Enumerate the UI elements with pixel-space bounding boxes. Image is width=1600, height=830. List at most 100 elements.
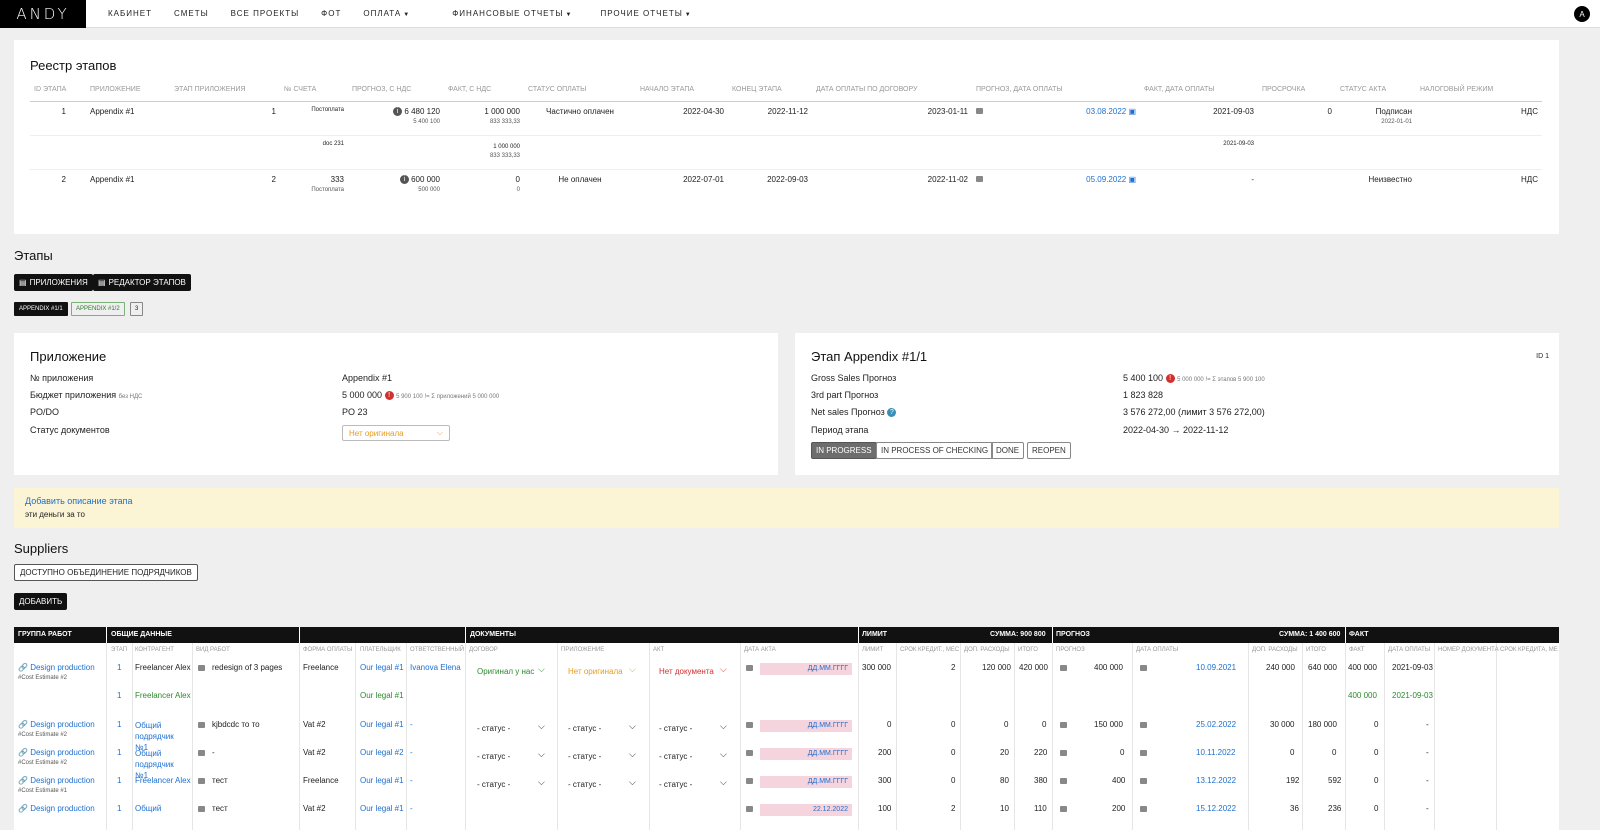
payer-link[interactable]: Our legal #1 xyxy=(360,776,404,785)
col-header[interactable]: ФАКТ, ДАТА ОПЛАТЫ xyxy=(1140,82,1258,102)
grid-icon[interactable] xyxy=(198,778,205,784)
grid-icon[interactable] xyxy=(1140,778,1147,784)
avatar[interactable]: A xyxy=(1574,6,1590,22)
work-group-link[interactable]: 🔗 Design production xyxy=(18,748,95,757)
act-date-input[interactable]: ДД.ММ.ГГГГ xyxy=(760,720,852,732)
grid-icon[interactable] xyxy=(746,722,753,728)
stage-value[interactable]: 1 xyxy=(117,720,121,729)
grid-icon[interactable] xyxy=(746,750,753,756)
tag-appendix-1-2[interactable]: APPENDIX #1/2 xyxy=(71,302,125,316)
contractor-link[interactable]: Freelancer Alex xyxy=(135,776,191,785)
add-supplier-button[interactable]: ДОБАВИТЬ xyxy=(14,593,68,610)
nav-item-payment[interactable]: ОПЛАТА ▼ xyxy=(363,9,410,18)
grid-icon[interactable] xyxy=(1060,750,1067,756)
responsible-link[interactable]: - xyxy=(410,804,413,813)
nav-item-financial-reports[interactable]: ФИНАНСОВЫЕ ОТЧЕТЫ ▼ xyxy=(452,9,572,18)
grid-icon[interactable] xyxy=(1140,665,1147,671)
nav-item-fot[interactable]: ФОТ xyxy=(321,9,341,18)
stage-value[interactable]: 1 xyxy=(117,663,121,672)
payer-link[interactable]: Our legal #1 xyxy=(360,804,404,813)
grid-icon[interactable] xyxy=(198,750,205,756)
forecast-date-link[interactable]: 05.09.2022 ▣ xyxy=(1086,175,1136,184)
col-header[interactable]: ПРОГНОЗ, С НДС xyxy=(348,82,444,102)
responsible-link[interactable]: - xyxy=(410,720,413,729)
contractor-link[interactable]: Общий xyxy=(135,804,161,813)
payer-link[interactable]: Our legal #1 xyxy=(360,663,404,672)
appendix-status-select[interactable]: Нет оригинала xyxy=(568,667,623,676)
grid-icon[interactable] xyxy=(746,665,753,671)
grid-icon[interactable] xyxy=(746,778,753,784)
payer-link[interactable]: Our legal #2 xyxy=(360,748,404,757)
forecast-date-link[interactable]: 15.12.2022 xyxy=(1196,804,1236,813)
grid-icon[interactable] xyxy=(1140,722,1147,728)
nav-item-other-reports[interactable]: ПРОЧИЕ ОТЧЕТЫ ▼ xyxy=(600,9,691,18)
appendix-status-select[interactable]: - статус - xyxy=(568,752,601,761)
forecast-date-link[interactable]: 13.12.2022 xyxy=(1196,776,1236,785)
grid-icon[interactable] xyxy=(198,722,205,728)
docs-status-select[interactable]: Нет оригинала ⌵ xyxy=(342,425,450,441)
stage-editor-button[interactable]: ▤ РЕДАКТОР ЭТАПОВ xyxy=(93,274,191,291)
logo[interactable]: ANDY xyxy=(0,0,86,28)
tag-stage-3[interactable]: 3 xyxy=(130,302,144,316)
col-header[interactable]: СТАТУС АКТА xyxy=(1336,82,1416,102)
grid-icon[interactable] xyxy=(1060,722,1067,728)
stage-value[interactable]: 1 xyxy=(117,776,121,785)
responsible-link[interactable]: - xyxy=(410,748,413,757)
work-group-link[interactable]: 🔗 Design production xyxy=(18,804,95,813)
contract-status-select[interactable]: - статус - xyxy=(477,752,510,761)
forecast-date-link[interactable]: 25.02.2022 xyxy=(1196,720,1236,729)
help-icon[interactable]: ? xyxy=(887,408,897,418)
grid-icon[interactable] xyxy=(198,806,205,812)
act-status-select[interactable]: - статус - xyxy=(659,752,692,761)
act-date-input[interactable]: 22.12.2022 xyxy=(760,804,852,816)
status-done-button[interactable]: DONE xyxy=(991,442,1025,459)
responsible-link[interactable]: - xyxy=(410,776,413,785)
col-header[interactable]: ДАТА ОПЛАТЫ ПО ДОГОВОРУ xyxy=(812,82,972,102)
responsible-link[interactable]: Ivanova Elena xyxy=(410,663,461,672)
col-header[interactable]: НАЛОГОВЫЙ РЕЖИМ xyxy=(1416,82,1542,102)
col-header[interactable]: № СЧЕТА xyxy=(280,82,348,102)
add-description-link[interactable]: Добавить описание этапа xyxy=(25,496,133,506)
col-header[interactable]: ID ЭТАПА xyxy=(30,82,86,102)
status-reopen-button[interactable]: REOPEN xyxy=(1027,442,1071,459)
grid-icon[interactable] xyxy=(746,806,753,812)
nav-item-cabinet[interactable]: КАБИНЕТ xyxy=(108,9,152,18)
calendar-grid-icon[interactable] xyxy=(976,176,983,182)
merge-contractors-button[interactable]: ДОСТУПНО ОБЪЕДИНЕНИЕ ПОДРЯДЧИКОВ xyxy=(14,564,198,581)
work-group-link[interactable]: 🔗 Design production xyxy=(18,776,95,785)
col-header[interactable]: ФАКТ, С НДС xyxy=(444,82,524,102)
act-date-input[interactable]: ДД.ММ.ГГГГ xyxy=(760,663,852,675)
stage-value[interactable]: 1 xyxy=(117,748,121,757)
contract-status-select[interactable]: - статус - xyxy=(477,724,510,733)
forecast-date-link[interactable]: 03.08.2022 ▣ xyxy=(1086,107,1136,116)
col-header[interactable]: ПРИЛОЖЕНИЕ xyxy=(86,82,170,102)
grid-icon[interactable] xyxy=(198,665,205,671)
col-header[interactable]: ЭТАП ПРИЛОЖЕНИЯ xyxy=(170,82,280,102)
contract-status-select[interactable]: - статус - xyxy=(477,780,510,789)
stage-value[interactable]: 1 xyxy=(117,804,121,813)
calendar-grid-icon[interactable] xyxy=(976,108,983,114)
col-header[interactable]: СТАТУС ОПЛАТЫ xyxy=(524,82,636,102)
forecast-date-link[interactable]: 10.11.2022 xyxy=(1196,748,1235,757)
act-status-select[interactable]: - статус - xyxy=(659,780,692,789)
payer-link[interactable]: Our legal #1 xyxy=(360,720,404,729)
col-header[interactable]: КОНЕЦ ЭТАПА xyxy=(728,82,812,102)
contract-status-select[interactable]: Оригинал у нас xyxy=(477,667,534,676)
act-date-input[interactable]: ДД.ММ.ГГГГ xyxy=(760,748,852,760)
grid-icon[interactable] xyxy=(1060,665,1067,671)
col-header[interactable]: ПРОСРОЧКА xyxy=(1258,82,1336,102)
nav-item-estimates[interactable]: СМЕТЫ xyxy=(174,9,209,18)
appendices-button[interactable]: ▤ ПРИЛОЖЕНИЯ xyxy=(14,274,93,291)
forecast-date-link[interactable]: 10.09.2021 xyxy=(1196,663,1236,672)
appendix-status-select[interactable]: - статус - xyxy=(568,780,601,789)
status-checking-button[interactable]: IN PROCESS OF CHECKING xyxy=(876,442,994,459)
grid-icon[interactable] xyxy=(1060,806,1067,812)
act-date-input[interactable]: ДД.ММ.ГГГГ xyxy=(760,776,852,788)
work-group-link[interactable]: 🔗 Design production xyxy=(18,720,95,729)
tag-appendix-1-1[interactable]: APPENDIX #1/1 xyxy=(14,302,68,316)
stage-value[interactable]: 1 xyxy=(117,691,121,700)
grid-icon[interactable] xyxy=(1140,806,1147,812)
grid-icon[interactable] xyxy=(1140,750,1147,756)
col-header[interactable]: ПРОГНОЗ, ДАТА ОПЛАТЫ xyxy=(972,82,1140,102)
nav-item-all-projects[interactable]: ВСЕ ПРОЕКТЫ xyxy=(231,9,300,18)
